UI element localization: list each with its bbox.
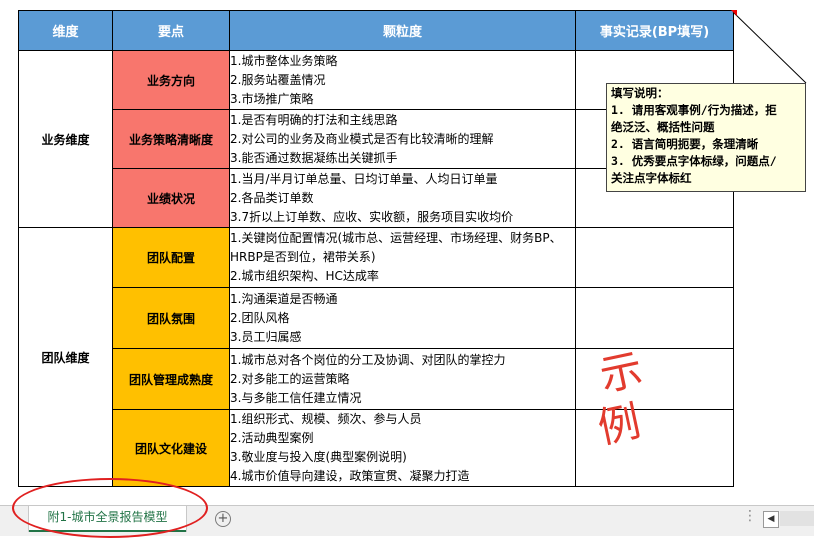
detail-line: 2.服务站覆盖情况 bbox=[230, 72, 326, 87]
note-line: 1. 请用客观事例/行为描述，拒 bbox=[611, 103, 777, 117]
table-row: 团队维度 团队配置 1.关键岗位配置情况(城市总、运营经理、市场经理、财务BP、… bbox=[18, 227, 734, 487]
key-cell[interactable]: 团队配置 bbox=[112, 227, 230, 288]
record-cell[interactable] bbox=[575, 287, 734, 349]
key-cell[interactable]: 团队文化建设 bbox=[112, 409, 230, 487]
detail-line: 2.对公司的业务及商业模式是否有比较清晰的理解 bbox=[230, 131, 494, 146]
detail-cell[interactable]: 1.城市总对各个岗位的分工及协调、对团队的掌控力 2.对多能工的运营策略 3.与… bbox=[229, 348, 576, 410]
detail-cell[interactable]: 1.组织形式、规模、频次、参与人员 2.活动典型案例 3.敬业度与投入度(典型案… bbox=[229, 409, 576, 487]
detail-line: 2.对多能工的运营策略 bbox=[230, 371, 350, 386]
note-line: 关注点字体标红 bbox=[611, 171, 692, 185]
detail-line: 1.城市总对各个岗位的分工及协调、对团队的掌控力 bbox=[230, 352, 506, 367]
detail-line: 4.城市价值导向建设，政策宣贯、凝聚力打造 bbox=[230, 469, 470, 483]
detail-line: 3.敬业度与投入度(典型案例说明) bbox=[230, 450, 407, 464]
detail-cell[interactable]: 1.当月/半月订单总量、日均订单量、人均日订单量 2.各品类订单数 3.7折以上… bbox=[229, 168, 576, 228]
detail-line: 1.沟通渠道是否畅通 bbox=[230, 291, 338, 306]
add-sheet-button[interactable]: + bbox=[215, 511, 231, 527]
note-line: 3. 优秀要点字体标绿，问题点/ bbox=[611, 154, 777, 168]
detail-line: 3.7折以上订单数、应收、实收额，服务项目实收均价 bbox=[230, 209, 514, 224]
detail-cell[interactable]: 1.是否有明确的打法和主线思路 2.对公司的业务及商业模式是否有比较清晰的理解 … bbox=[229, 109, 576, 169]
detail-line: 3.能否通过数据凝练出关键抓手 bbox=[230, 150, 398, 165]
detail-cell[interactable]: 1.城市整体业务策略 2.服务站覆盖情况 3.市场推广策略 bbox=[229, 50, 576, 110]
highlight-circle-annotation bbox=[12, 478, 208, 538]
record-cell[interactable] bbox=[575, 227, 734, 288]
detail-line: 3.与多能工信任建立情况 bbox=[230, 390, 362, 405]
key-cell[interactable]: 业绩状况 bbox=[112, 168, 230, 228]
header-dimension[interactable]: 维度 bbox=[18, 10, 113, 51]
detail-line: 2.城市组织架构、HC达成率 bbox=[230, 269, 379, 283]
detail-line: 2.团队风格 bbox=[230, 310, 290, 325]
note-line: 2. 语言简明扼要，条理清晰 bbox=[611, 137, 759, 151]
detail-line: 1.城市整体业务策略 bbox=[230, 53, 338, 68]
key-cell[interactable]: 业务策略清晰度 bbox=[112, 109, 230, 169]
detail-line: 1.组织形式、规模、频次、参与人员 bbox=[230, 412, 422, 426]
horizontal-scrollbar[interactable] bbox=[780, 511, 814, 526]
detail-line: 2.各品类订单数 bbox=[230, 190, 314, 205]
table-row: 团队氛围 1.沟通渠道是否畅通 2.团队风格 3.员工归属感 bbox=[19, 287, 734, 349]
spreadsheet-area: 维度 要点 颗粒度 事实记录(BP填写) 业务维度 业务方向 1.城市整体业务策… bbox=[0, 0, 814, 505]
key-cell[interactable]: 团队管理成熟度 bbox=[112, 348, 230, 410]
header-row: 维度 要点 颗粒度 事实记录(BP填写) bbox=[18, 10, 734, 51]
key-cell[interactable]: 团队氛围 bbox=[112, 287, 230, 349]
detail-line: 1.关键岗位配置情况(城市总、运营经理、市场经理、财务BP、HRBP是否到位，裙… bbox=[230, 231, 562, 264]
header-granularity[interactable]: 颗粒度 bbox=[229, 10, 576, 51]
detail-line: 3.员工归属感 bbox=[230, 329, 302, 344]
detail-line: 1.当月/半月订单总量、日均订单量、人均日订单量 bbox=[230, 171, 498, 186]
detail-line: 1.是否有明确的打法和主线思路 bbox=[230, 112, 398, 127]
note-line: 绝泛泛、概括性问题 bbox=[611, 120, 715, 134]
sample-char: 例 bbox=[593, 396, 645, 453]
sample-stamp: 示 例 bbox=[593, 344, 660, 453]
detail-cell[interactable]: 1.关键岗位配置情况(城市总、运营经理、市场经理、财务BP、HRBP是否到位，裙… bbox=[229, 227, 576, 288]
header-record[interactable]: 事实记录(BP填写) bbox=[575, 10, 734, 51]
tab-splitter-icon[interactable]: ⋮ bbox=[743, 508, 757, 524]
header-key-point[interactable]: 要点 bbox=[112, 10, 230, 51]
detail-cell[interactable]: 1.沟通渠道是否畅通 2.团队风格 3.员工归属感 bbox=[229, 287, 576, 349]
dimension-cell-team[interactable]: 团队维度 bbox=[18, 227, 113, 487]
comment-note[interactable]: 填写说明： 1. 请用客观事例/行为描述，拒 绝泛泛、概括性问题 2. 语言简明… bbox=[606, 83, 806, 192]
dimension-cell-business[interactable]: 业务维度 bbox=[18, 50, 113, 228]
note-title: 填写说明： bbox=[611, 86, 669, 100]
detail-line: 3.市场推广策略 bbox=[230, 91, 314, 106]
scroll-left-arrow-icon[interactable]: ◀ bbox=[763, 511, 779, 528]
key-cell[interactable]: 业务方向 bbox=[112, 50, 230, 110]
detail-line: 2.活动典型案例 bbox=[230, 431, 314, 445]
